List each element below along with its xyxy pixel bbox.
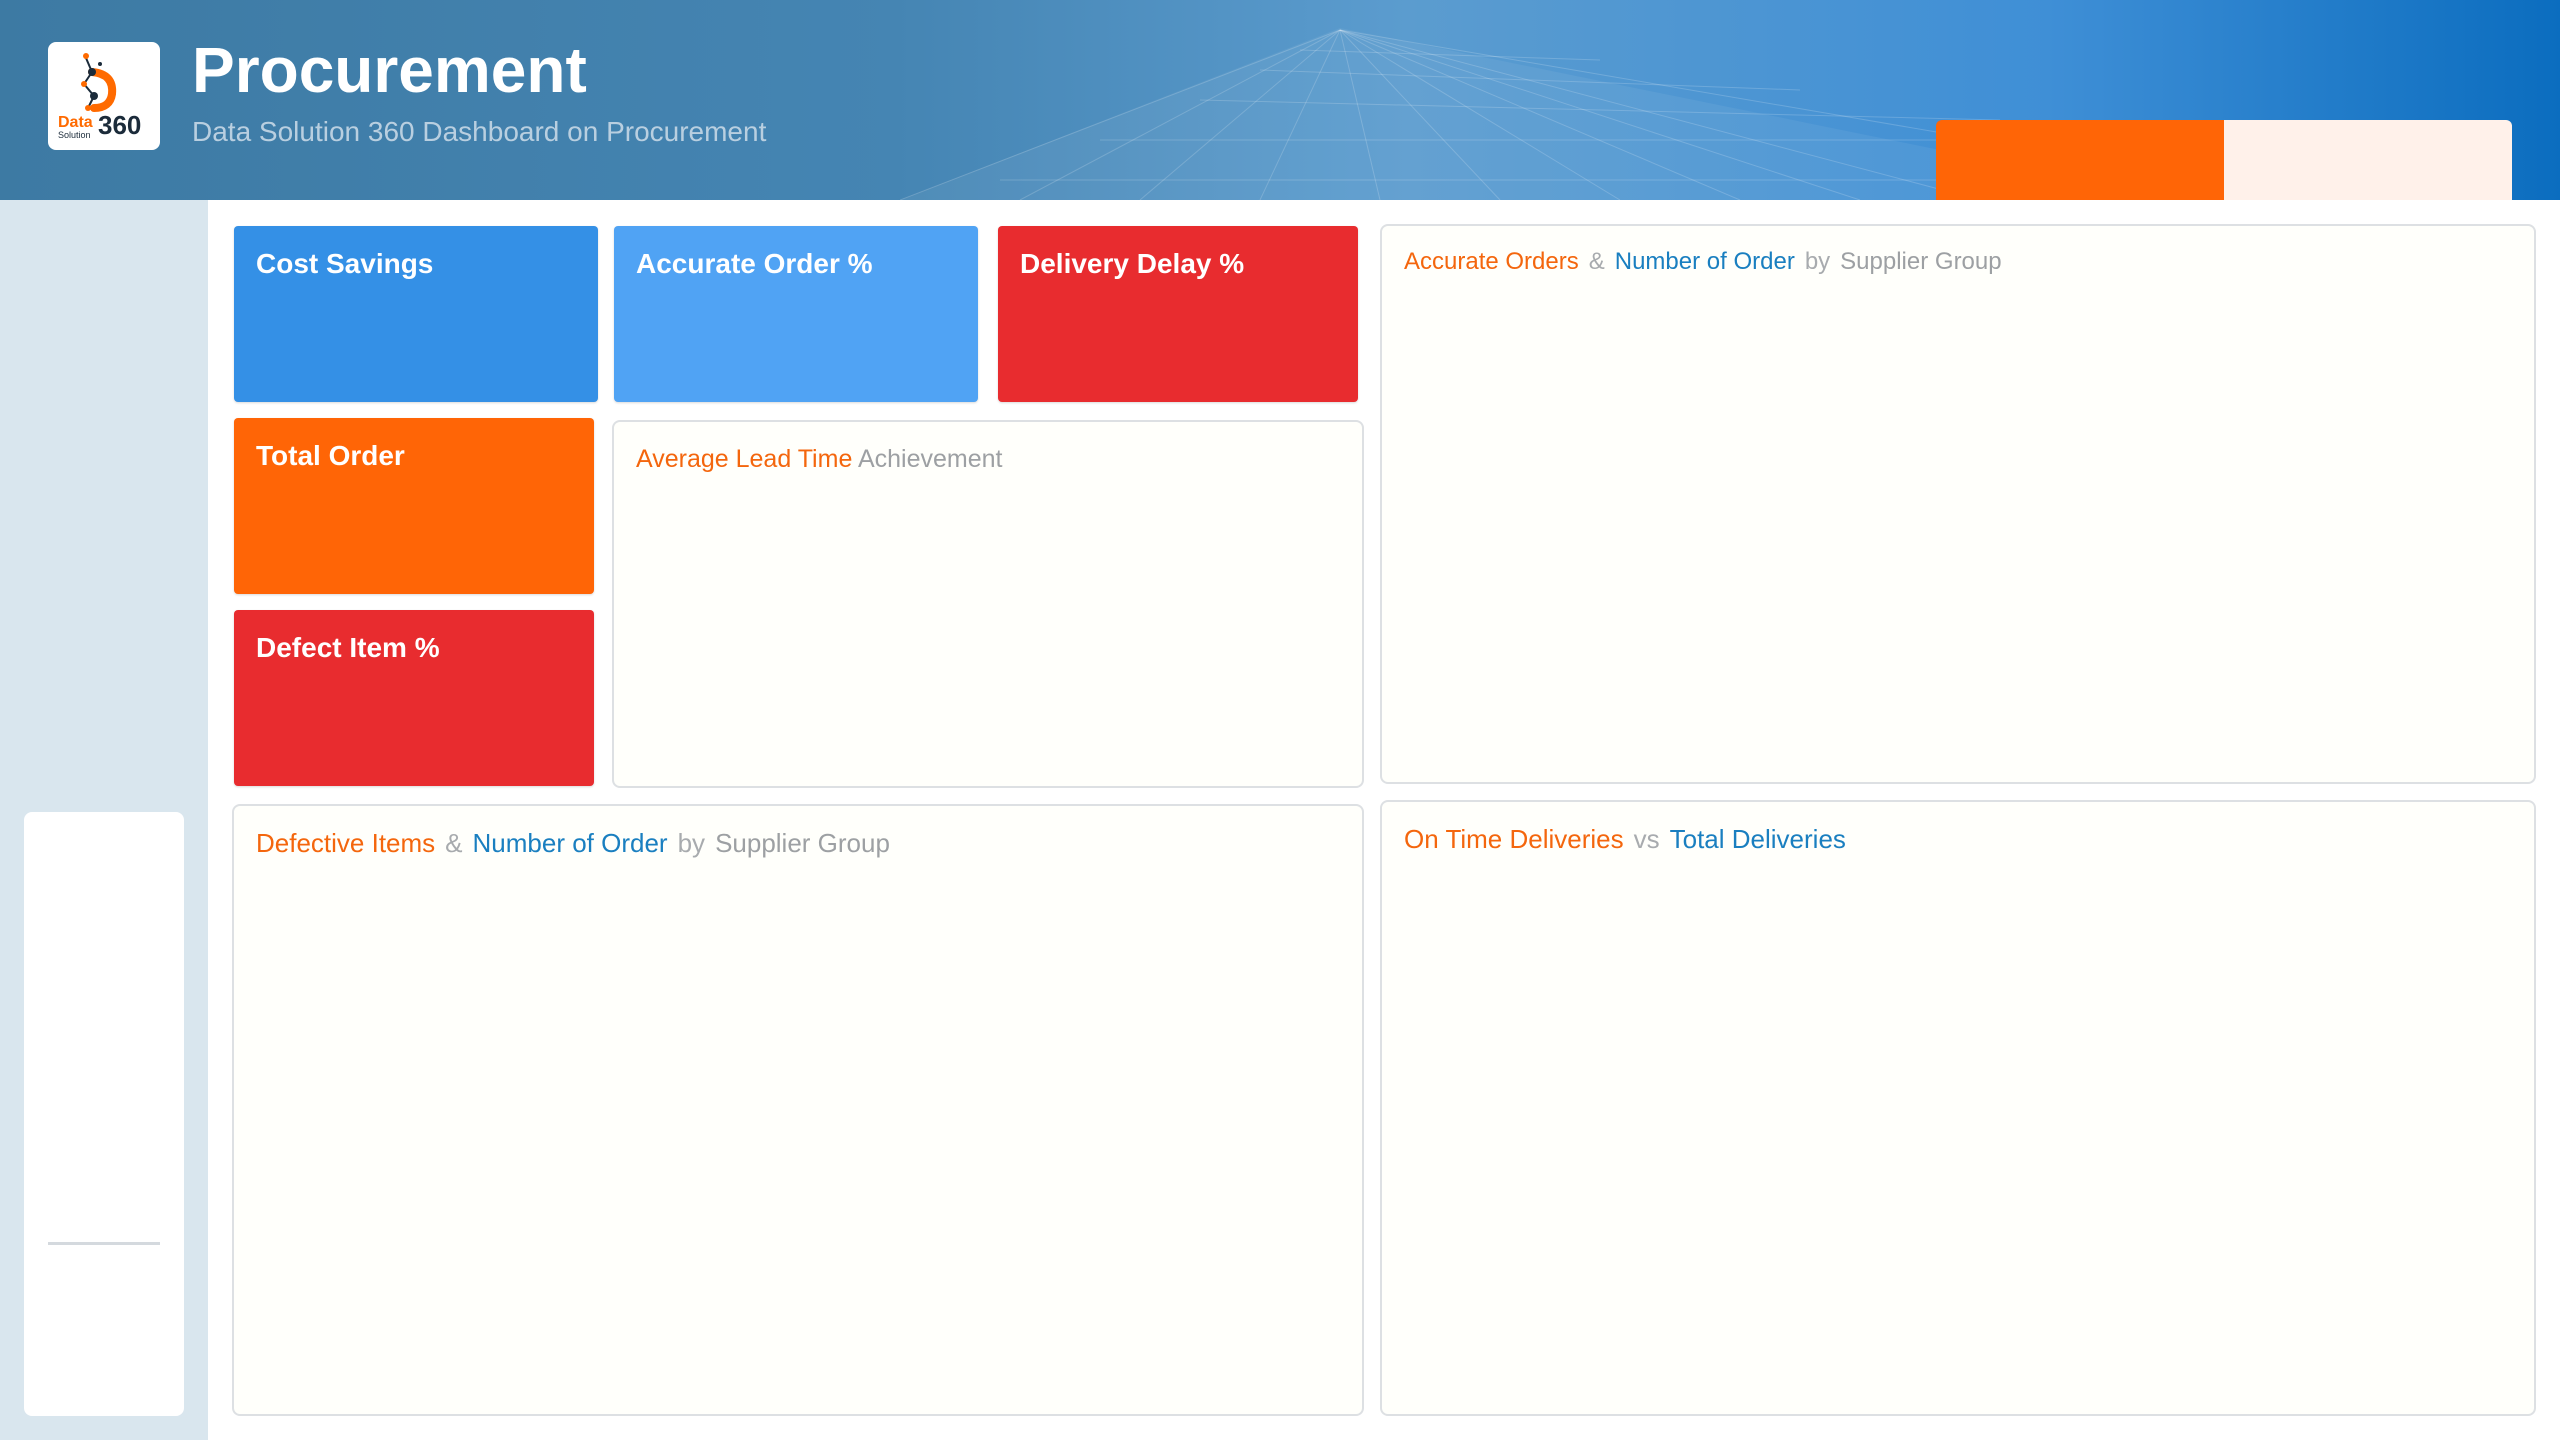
title-part: Accurate Orders [1404,248,1579,275]
title-part: Total Deliveries [1669,824,1846,854]
sidebar [0,200,208,1440]
logo-text-solution: Solution [58,130,91,140]
title-part: Achievement [857,445,1003,473]
panel-title: Average Lead Time Achievement [636,444,1340,474]
title-separator: & [445,828,463,858]
kpi-card-delivery-delay[interactable]: Delivery Delay % [998,226,1358,402]
title-part: Supplier Group [715,828,890,858]
header-tab-active[interactable] [1936,120,2224,200]
title-part: Average Lead Time [636,445,853,473]
panel-title: Accurate Orders & Number of Order by Supplie… [1404,248,2512,277]
header-tab-inactive[interactable] [2224,120,2512,200]
kpi-label: Cost Savings [256,248,434,279]
header-background-grid [900,28,2100,200]
panel-title: Defective Items & Number of Order by Supplie… [256,828,1340,859]
title-part: On Time Deliveries [1404,824,1624,854]
panel-average-lead-time[interactable]: Average Lead Time Achievement [612,420,1364,788]
sidebar-divider [48,1242,160,1245]
kpi-label: Delivery Delay % [1020,248,1245,279]
title-separator: & [1588,248,1605,275]
kpi-card-defect-item[interactable]: Defect Item % [234,610,594,786]
panel-title: On Time Deliveries vs Total Deliveries [1404,824,2512,855]
panel-on-time-deliveries[interactable]: On Time Deliveries vs Total Deliveries [1380,800,2536,1416]
title-separator: by [1804,248,1831,275]
title-part: Number of Order [472,828,668,858]
title-part: Number of Order [1614,248,1795,275]
logo-text-360: 360 [98,110,142,140]
kpi-label: Accurate Order % [636,248,873,279]
title-part: Defective Items [256,828,436,858]
title-separator: by [677,828,706,858]
panel-accurate-orders-by-supplier[interactable]: Accurate Orders & Number of Order by Supplie… [1380,224,2536,784]
logo[interactable]: Data Solution 360 [48,42,160,150]
kpi-card-total-order[interactable]: Total Order [234,418,594,594]
page-subtitle: Data Solution 360 Dashboard on Procureme… [192,116,767,147]
title-part: Supplier Group [1840,248,2002,275]
sidebar-filter-panel[interactable] [24,812,184,1416]
dashboard-header: Data Solution 360 Procurement Data Solut… [0,0,2560,200]
page-title: Procurement [192,34,587,106]
kpi-card-accurate-order[interactable]: Accurate Order % [614,226,978,402]
kpi-label: Defect Item % [256,632,440,663]
panel-defective-items-by-supplier[interactable]: Defective Items & Number of Order by Supplie… [232,804,1364,1416]
title-separator: vs [1633,824,1660,854]
kpi-label: Total Order [256,440,405,471]
kpi-card-cost-savings[interactable]: Cost Savings [234,226,598,402]
